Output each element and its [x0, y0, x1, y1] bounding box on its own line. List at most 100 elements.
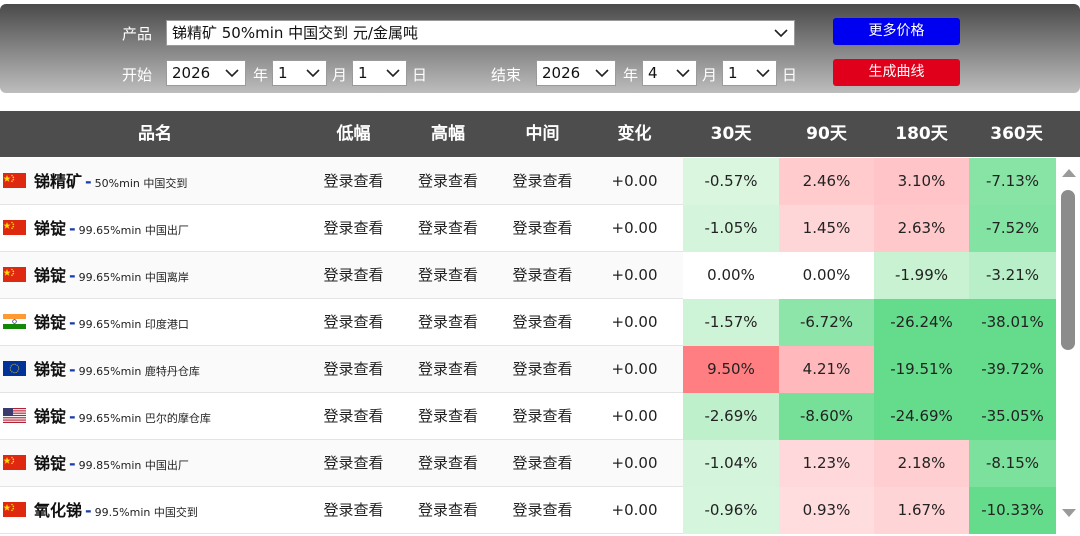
product-spec: 99.65%min 中国离岸 — [78, 271, 189, 284]
header-change: 变化 — [617, 124, 652, 144]
product-name-text: 锑锭 — [34, 266, 67, 285]
login-to-view-link[interactable]: 登录查看 — [499, 252, 586, 299]
table-row[interactable]: 锑锭 -99.85%min 中国出厂 登录查看 登录查看 登录查看 +0.00 -1.04%… — [0, 440, 1056, 487]
login-to-view-link[interactable]: 登录查看 — [310, 205, 397, 252]
product-name[interactable]: 锑锭 -99.85%min 中国出厂 — [34, 440, 189, 487]
login-to-view-link[interactable]: 登录查看 — [310, 252, 397, 299]
generate-chart-button[interactable]: 生成曲线 — [833, 59, 960, 86]
change-value: +0.00 — [611, 360, 658, 378]
change-value: +0.00 — [611, 266, 658, 284]
product-name[interactable]: 锑锭 -99.65%min 中国出厂 — [34, 205, 189, 252]
more-prices-button[interactable]: 更多价格 — [833, 18, 960, 45]
chevron-down-icon — [774, 21, 788, 38]
product-spec: 99.65%min 印度港口 — [78, 318, 189, 331]
table-row[interactable]: 氧化锑 -99.5%min 中国交到 登录查看 登录查看 登录查看 +0.00 -0.96%… — [0, 487, 1056, 534]
end-label: 结束 — [491, 66, 522, 84]
scroll-down-icon[interactable] — [1060, 506, 1078, 520]
login-to-view-link[interactable]: 登录查看 — [310, 487, 397, 534]
product-name-text: 锑精矿 — [34, 172, 83, 191]
login-to-view-link[interactable]: 登录查看 — [397, 158, 499, 205]
pct-change-90d: -8.60% — [779, 393, 874, 440]
flag-cn-icon — [3, 502, 26, 517]
product-name[interactable]: 锑锭 -99.65%min 鹿特丹仓库 — [34, 346, 200, 393]
login-to-view-link[interactable]: 登录查看 — [499, 205, 586, 252]
change-value: +0.00 — [611, 172, 658, 190]
pct-change-180d: 2.18% — [874, 440, 969, 487]
start-month-select[interactable]: 1 — [272, 60, 327, 86]
pct-change-90d: 0.93% — [779, 487, 874, 534]
header-360d: 360天 — [990, 124, 1043, 144]
login-to-view-link[interactable]: 登录查看 — [310, 299, 397, 346]
product-name[interactable]: 锑锭 -99.65%min 巴尔的摩仓库 — [34, 393, 211, 440]
login-to-view-link[interactable]: 登录查看 — [499, 487, 586, 534]
login-to-view-link[interactable]: 登录查看 — [499, 440, 586, 487]
pct-change-180d: 2.63% — [874, 205, 969, 252]
table-row[interactable]: 锑锭 -99.65%min 中国离岸 登录查看 登录查看 登录查看 +0.00 0.00% 0… — [0, 252, 1056, 299]
end-month-value: 4 — [648, 64, 658, 82]
login-to-view-link[interactable]: 登录查看 — [397, 346, 499, 393]
start-year-unit: 年 — [253, 66, 269, 84]
login-to-view-link[interactable]: 登录查看 — [397, 487, 499, 534]
login-to-view-link[interactable]: 登录查看 — [310, 440, 397, 487]
product-name[interactable]: 锑精矿 -50%min 中国交到 — [34, 158, 187, 205]
product-name[interactable]: 锑锭 -99.65%min 印度港口 — [34, 299, 189, 346]
product-name-text: 锑锭 — [34, 360, 67, 379]
login-to-view-link[interactable]: 登录查看 — [499, 346, 586, 393]
product-spec: 99.65%min 巴尔的摩仓库 — [78, 412, 211, 425]
table-row[interactable]: 锑锭 -99.65%min 印度港口 登录查看 登录查看 登录查看 +0.00 -1.57%… — [0, 299, 1056, 346]
login-to-view-link[interactable]: 登录查看 — [397, 393, 499, 440]
pct-change-360d: -38.01% — [969, 299, 1056, 346]
product-select[interactable]: 锑精矿 50%min 中国交到 元/金属吨 — [166, 20, 795, 46]
scrollbar-thumb[interactable] — [1061, 190, 1075, 350]
start-day-select[interactable]: 1 — [352, 60, 407, 86]
product-separator: - — [69, 454, 76, 473]
start-day-value: 1 — [358, 64, 368, 82]
pct-change-90d: 2.46% — [779, 158, 874, 205]
login-to-view-link[interactable]: 登录查看 — [397, 205, 499, 252]
product-name[interactable]: 氧化锑 -99.5%min 中国交到 — [34, 487, 198, 534]
start-month-unit: 月 — [332, 66, 348, 84]
scroll-up-icon[interactable] — [1060, 166, 1078, 180]
start-day-unit: 日 — [412, 66, 428, 84]
table-row[interactable]: 锑精矿 -50%min 中国交到 登录查看 登录查看 登录查看 +0.00 -0.57% 2.… — [0, 158, 1056, 205]
change-value: +0.00 — [611, 501, 658, 519]
pct-change-30d: 0.00% — [683, 252, 779, 299]
header-low: 低幅 — [336, 124, 371, 144]
login-to-view-link[interactable]: 登录查看 — [499, 299, 586, 346]
end-year-select[interactable]: 2026 — [536, 60, 616, 86]
pct-change-360d: -39.72% — [969, 346, 1056, 393]
table-row[interactable]: 锑锭 -99.65%min 巴尔的摩仓库 登录查看 登录查看 登录查看 +0.00 -2.6… — [0, 393, 1056, 440]
login-to-view-link[interactable]: 登录查看 — [499, 158, 586, 205]
price-table-header: 品名 低幅 高幅 中间 变化 30天 90天 180天 360天 — [0, 111, 1080, 157]
chevron-down-icon — [676, 61, 690, 78]
table-row[interactable]: 锑锭 -99.65%min 鹿特丹仓库 登录查看 登录查看 登录查看 +0.00 9.50%… — [0, 346, 1056, 393]
chevron-down-icon — [386, 61, 400, 78]
header-high: 高幅 — [431, 124, 465, 144]
product-name[interactable]: 锑锭 -99.65%min 中国离岸 — [34, 252, 189, 299]
product-separator: - — [69, 407, 76, 426]
table-row[interactable]: 锑锭 -99.65%min 中国出厂 登录查看 登录查看 登录查看 +0.00 -1.05%… — [0, 205, 1056, 252]
pct-change-90d: -6.72% — [779, 299, 874, 346]
pct-change-360d: -7.13% — [969, 158, 1056, 205]
end-day-value: 1 — [728, 64, 738, 82]
login-to-view-link[interactable]: 登录查看 — [310, 158, 397, 205]
pct-change-180d: -24.69% — [874, 393, 969, 440]
start-year-select[interactable]: 2026 — [166, 60, 246, 86]
login-to-view-link[interactable]: 登录查看 — [397, 252, 499, 299]
pct-change-180d: -19.51% — [874, 346, 969, 393]
login-to-view-link[interactable]: 登录查看 — [397, 299, 499, 346]
change-value: +0.00 — [611, 407, 658, 425]
pct-change-30d: -0.57% — [683, 158, 779, 205]
pct-change-180d: 3.10% — [874, 158, 969, 205]
end-month-select[interactable]: 4 — [642, 60, 697, 86]
login-to-view-link[interactable]: 登录查看 — [499, 393, 586, 440]
table-scrollbar[interactable] — [1058, 160, 1080, 530]
login-to-view-link[interactable]: 登录查看 — [310, 346, 397, 393]
login-to-view-link[interactable]: 登录查看 — [397, 440, 499, 487]
end-day-select[interactable]: 1 — [722, 60, 777, 86]
product-spec: 50%min 中国交到 — [94, 177, 188, 190]
pct-change-90d: 1.45% — [779, 205, 874, 252]
login-to-view-link[interactable]: 登录查看 — [310, 393, 397, 440]
flag-cn-icon — [3, 267, 26, 282]
product-separator: - — [69, 313, 76, 332]
